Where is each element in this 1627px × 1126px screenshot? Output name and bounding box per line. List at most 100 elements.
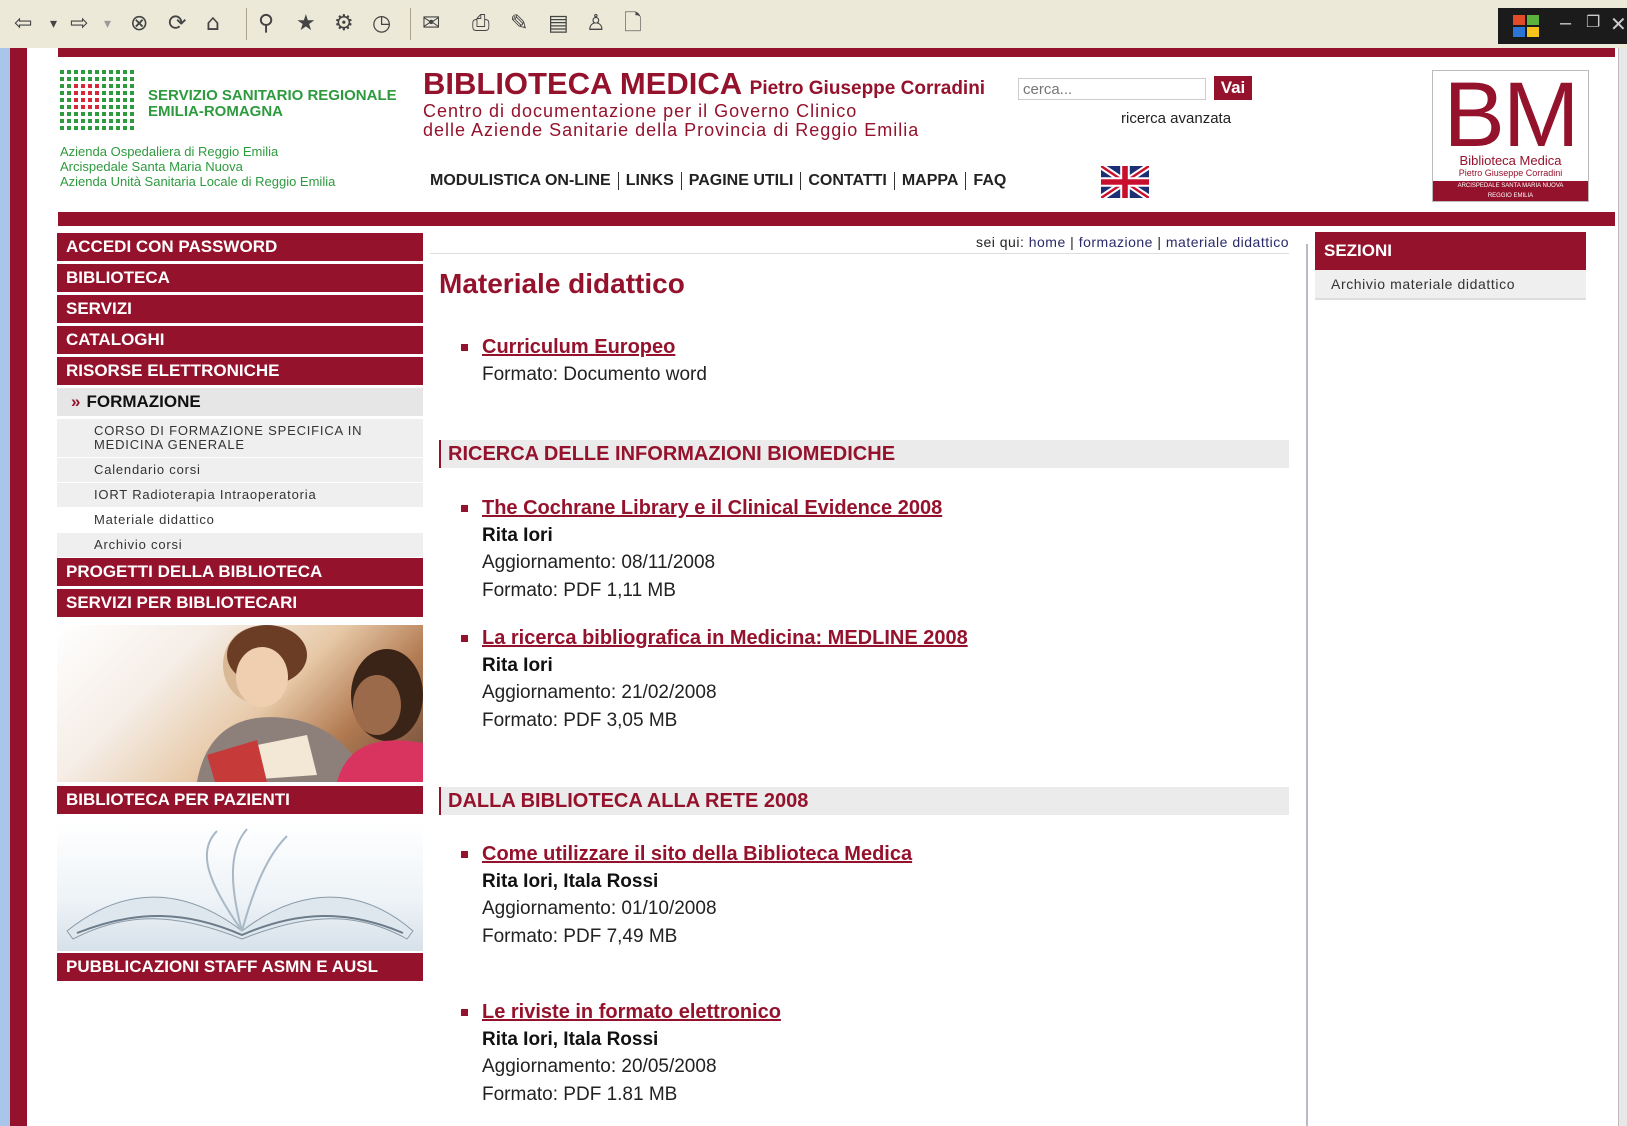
sidebar-item-cataloghi[interactable]: CATALOGHI [57, 326, 423, 354]
logo-dot [88, 98, 92, 102]
nav-mappa[interactable]: MAPPA [893, 172, 966, 190]
nav-links[interactable]: LINKS [617, 172, 681, 190]
sidebar-current-label: FORMAZIONE [86, 392, 201, 411]
sidebar-subitem-iort[interactable]: IORT Radioterapia Intraoperatoria [57, 483, 423, 507]
back-icon[interactable]: ⇦ [14, 10, 32, 38]
logo-dot [67, 98, 71, 102]
top-nav: MODULISTICA ON-LINE LINKS PAGINE UTILI CONT… [430, 172, 1028, 190]
document-link[interactable]: La ricerca bibliografica in Medicina: ME… [482, 627, 968, 650]
search-icon[interactable]: ⚲ [258, 10, 274, 38]
breadcrumb-home[interactable]: home [1029, 234, 1066, 250]
search-button[interactable]: Vai [1214, 76, 1252, 100]
logo-dot [116, 70, 120, 74]
sections-panel: SEZIONI Archivio materiale didattico [1315, 232, 1586, 300]
logo-dot [74, 105, 78, 109]
advanced-search-link[interactable]: ricerca avanzata [1121, 110, 1231, 127]
logo-dot [130, 70, 134, 74]
refresh-icon[interactable]: ⟳ [168, 10, 186, 38]
document-author: Rita Iori, Itala Rossi [482, 1029, 659, 1050]
logo-dot [123, 70, 127, 74]
logo-dot [116, 119, 120, 123]
media-icon[interactable]: ⚙ [334, 10, 354, 38]
sidebar-item-formazione[interactable]: » FORMAZIONE [57, 388, 423, 416]
breadcrumb-formazione[interactable]: formazione [1079, 234, 1153, 250]
logo-dot [88, 126, 92, 130]
logo-dot [81, 119, 85, 123]
stop-icon[interactable]: ⊗ [130, 10, 148, 38]
bm-logo[interactable]: BM Biblioteca Medica Pietro Giuseppe Cor… [1432, 67, 1589, 202]
favorites-icon[interactable]: ★ [296, 10, 316, 38]
history-icon[interactable]: ◷ [372, 10, 391, 38]
nav-pagine-utili[interactable]: PAGINE UTILI [680, 172, 801, 190]
uk-flag-icon[interactable] [1101, 166, 1149, 198]
sidebar-item-progetti[interactable]: PROGETTI DELLA BIBLIOTECA [57, 558, 423, 586]
document-link[interactable]: Le riviste in formato elettronico [482, 1001, 781, 1024]
breadcrumb-materiale[interactable]: materiale didattico [1166, 234, 1289, 250]
logo-dot [130, 84, 134, 88]
logo-dot [116, 77, 120, 81]
logo-dot [130, 105, 134, 109]
nav-modulistica[interactable]: MODULISTICA ON-LINE [430, 172, 618, 190]
sections-item-archivio[interactable]: Archivio materiale didattico [1315, 270, 1586, 300]
ssr-line2: EMILIA-ROMAGNA [148, 103, 283, 120]
nav-contatti[interactable]: CONTATTI [800, 172, 894, 190]
sidebar-subitem-archivio[interactable]: Archivio corsi [57, 533, 423, 557]
logo-dot [102, 84, 106, 88]
left-brand-bar [10, 48, 27, 1126]
logo-dot [81, 91, 85, 95]
document-update: Aggiornamento: 20/05/2008 [482, 1056, 717, 1077]
logo-dot [116, 91, 120, 95]
site-title[interactable]: BIBLIOTECA MEDICA Pietro Giuseppe Corrad… [423, 66, 985, 102]
column-divider [1306, 244, 1308, 1126]
sidebar-item-servizi-bibliotecari[interactable]: SERVIZI PER BIBLIOTECARI [57, 589, 423, 617]
sidebar-item-biblioteca[interactable]: BIBLIOTECA [57, 264, 423, 292]
print-icon[interactable]: ⎙ [472, 10, 490, 38]
restore-icon[interactable]: ❐ [1586, 12, 1600, 32]
logo-dot [88, 84, 92, 88]
logo-dot [95, 126, 99, 130]
close-icon[interactable]: ✕ [1610, 12, 1627, 37]
logo-dot [95, 112, 99, 116]
sidebar-item-pubblicazioni[interactable]: PUBBLICAZIONI STAFF ASMN E AUSL [57, 953, 423, 981]
document-link[interactable]: The Cochrane Library e il Clinical Evide… [482, 497, 942, 520]
mail-icon[interactable]: ✉ [422, 10, 440, 38]
sidebar: ACCEDI CON PASSWORD BIBLIOTECA SERVIZI C… [57, 233, 423, 981]
edit-icon[interactable]: ✎ [510, 10, 528, 38]
minimize-icon[interactable]: – [1560, 12, 1571, 35]
back-dropdown-icon[interactable]: ▾ [50, 10, 57, 38]
site-title-main: BIBLIOTECA MEDICA [423, 66, 742, 101]
nav-faq[interactable]: FAQ [965, 172, 1013, 190]
sidebar-subitem-corso-mg[interactable]: CORSO DI FORMAZIONE SPECIFICA IN MEDICIN… [57, 419, 423, 457]
forward-icon[interactable]: ⇨ [70, 10, 88, 38]
logo-dot [67, 70, 71, 74]
print-preview-icon[interactable]: 🗋 [624, 10, 642, 38]
sidebar-item-risorse-elettroniche[interactable]: RISORSE ELETTRONICHE [57, 357, 423, 385]
logo-dot [102, 70, 106, 74]
toolbar-separator [246, 8, 247, 40]
logo-dot [95, 105, 99, 109]
logo-dot [74, 91, 78, 95]
sidebar-subitem-calendario[interactable]: Calendario corsi [57, 458, 423, 482]
forward-dropdown-icon[interactable]: ▾ [104, 10, 111, 38]
sidebar-subitem-materiale[interactable]: Materiale didattico [57, 508, 423, 532]
logo-dot [116, 84, 120, 88]
sidebar-item-accedi[interactable]: ACCEDI CON PASSWORD [57, 233, 423, 261]
document-format: Formato: Documento word [482, 364, 707, 385]
discuss-icon[interactable]: ▤ [548, 10, 569, 38]
sidebar-item-servizi[interactable]: SERVIZI [57, 295, 423, 323]
home-icon[interactable]: ⌂ [206, 10, 220, 38]
search-input[interactable] [1018, 78, 1206, 100]
description-line2: delle Aziende Sanitarie della Provincia … [423, 120, 920, 140]
top-brand-bar [58, 48, 1615, 57]
header-divider [58, 212, 1615, 226]
logo-dot [81, 105, 85, 109]
photo-illustration [197, 625, 423, 782]
logo-dot [88, 91, 92, 95]
document-link[interactable]: Come utilizzare il sito della Biblioteca… [482, 843, 912, 866]
sidebar-item-pazienti[interactable]: BIBLIOTECA PER PAZIENTI [57, 786, 423, 814]
scrollbar[interactable] [1618, 48, 1627, 1126]
document-link[interactable]: Curriculum Europeo [482, 336, 675, 359]
site-description: Centro di documentazione per il Governo … [423, 102, 919, 140]
messenger-icon[interactable]: ♙ [586, 10, 606, 38]
web-page: SERVIZIO SANITARIO REGIONALE EMILIA-ROMA… [27, 48, 1618, 1126]
